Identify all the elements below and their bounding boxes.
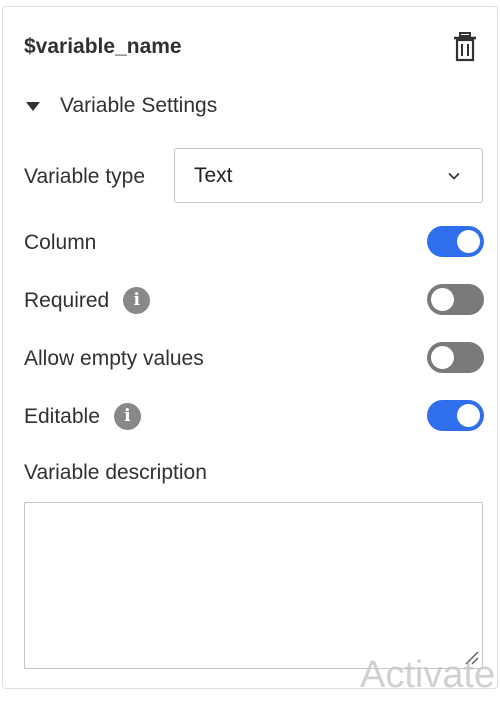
allow-empty-label: Allow empty values: [24, 347, 204, 370]
info-icon[interactable]: i: [123, 287, 151, 314]
toggle-knob: [457, 230, 480, 253]
toggle-knob: [457, 404, 480, 427]
variable-name-title: $variable_name: [24, 35, 182, 58]
required-row: Required i: [24, 287, 151, 314]
chevron-down-icon: [448, 172, 460, 180]
required-toggle[interactable]: [427, 284, 484, 315]
editable-toggle[interactable]: [427, 400, 484, 431]
activate-watermark: Activate: [360, 654, 496, 696]
trash-icon[interactable]: [452, 32, 478, 62]
editable-label: Editable: [24, 404, 100, 428]
caret-down-icon: [26, 101, 40, 111]
info-icon[interactable]: i: [113, 403, 141, 430]
toggle-knob: [431, 288, 454, 311]
variable-description-label: Variable description: [24, 461, 207, 484]
variable-description-textarea[interactable]: [24, 502, 483, 669]
variable-type-value: Text: [194, 163, 233, 187]
variable-type-label: Variable type: [24, 165, 146, 188]
variable-settings-toggle[interactable]: Variable Settings: [24, 92, 217, 120]
variable-type-select[interactable]: Text: [174, 148, 483, 203]
allow-empty-toggle[interactable]: [427, 342, 484, 373]
editable-row: Editable i: [24, 403, 141, 430]
section-label: Variable Settings: [60, 94, 218, 117]
toggle-knob: [431, 346, 454, 369]
required-label: Required: [24, 288, 110, 312]
column-toggle[interactable]: [427, 226, 484, 257]
column-label: Column: [24, 231, 97, 254]
